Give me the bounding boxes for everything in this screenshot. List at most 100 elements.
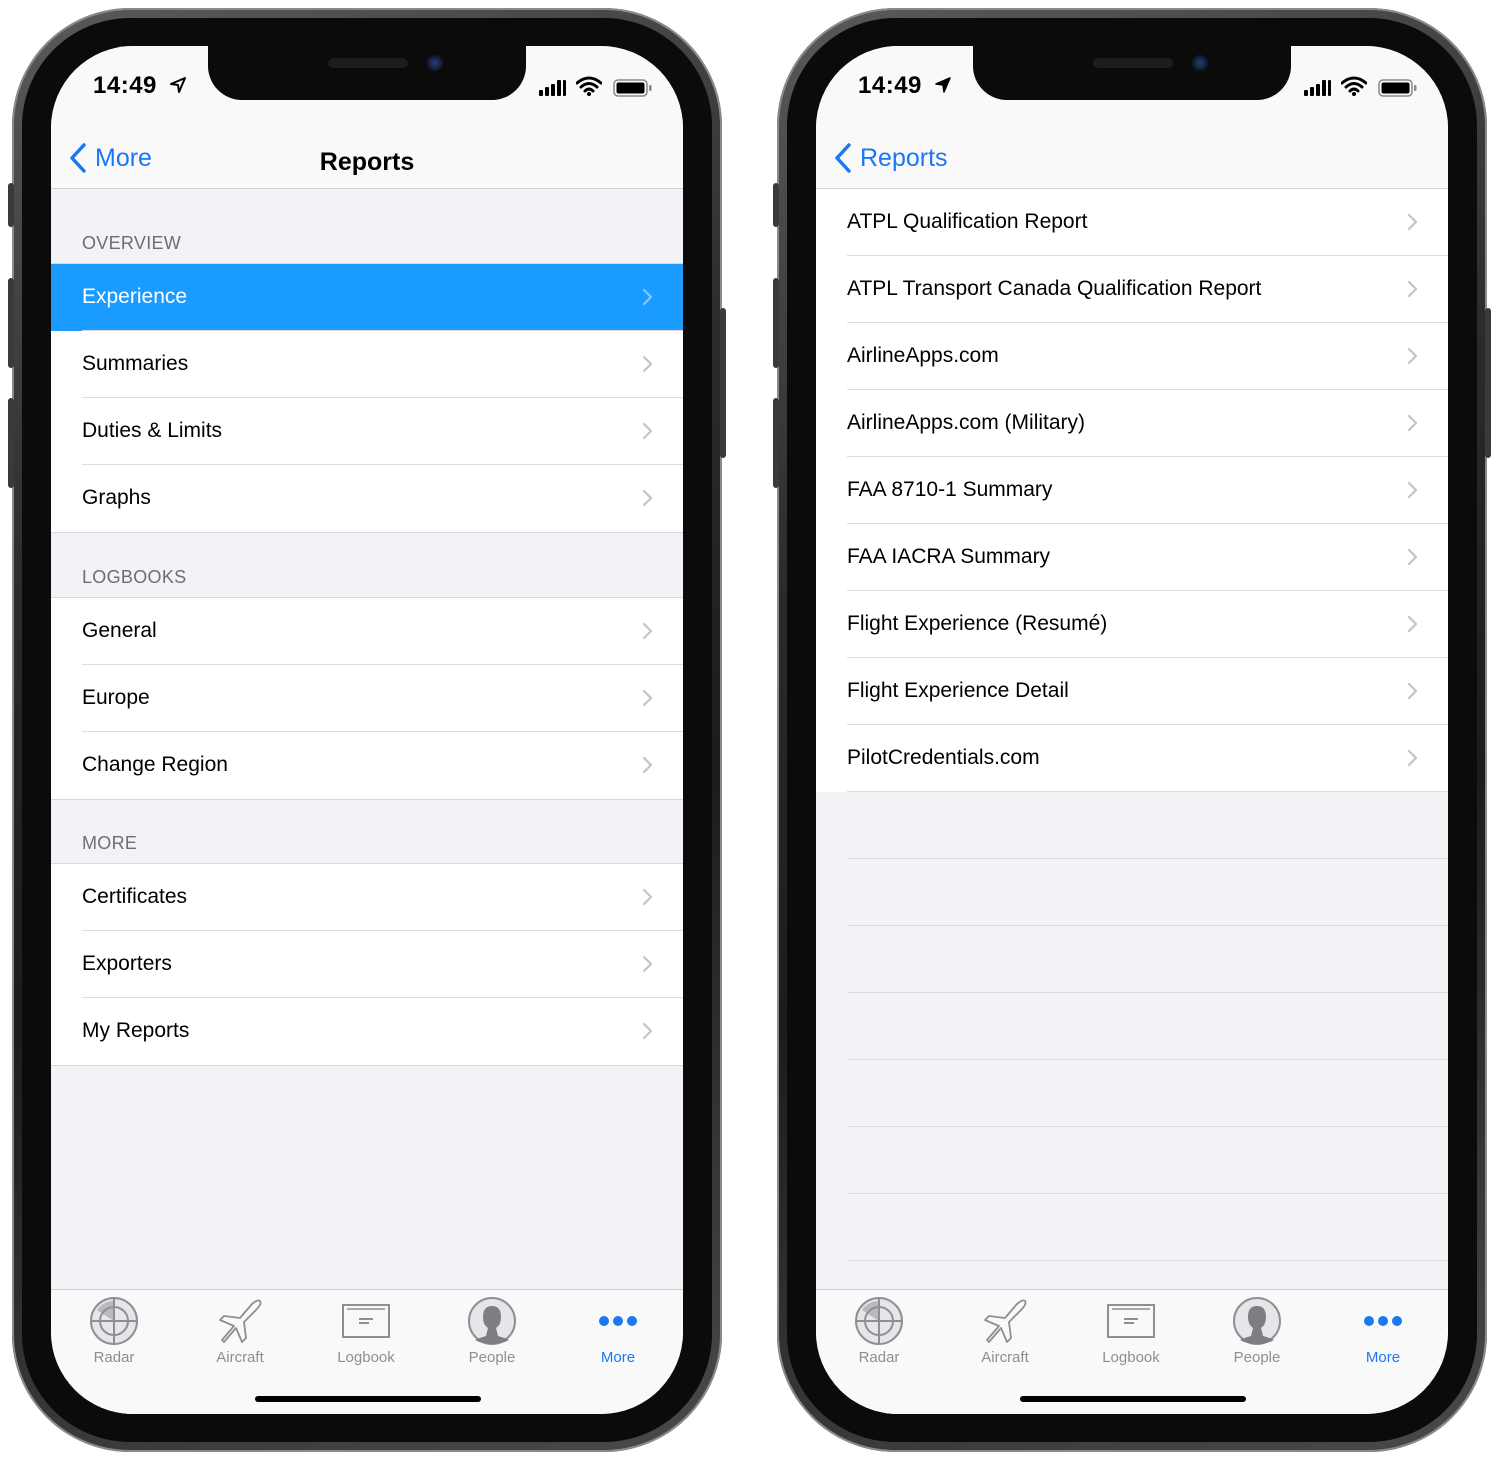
chevron-right-icon — [1407, 615, 1418, 633]
location-arrow-icon — [935, 77, 951, 93]
tab-bar: Radar Aircraft Logbook People More — [51, 1289, 683, 1414]
tab-people[interactable]: People — [429, 1296, 555, 1368]
tab-aircraft[interactable]: Aircraft — [942, 1296, 1068, 1368]
mute-switch — [8, 183, 14, 227]
list-item-europe[interactable]: Europe — [51, 665, 683, 732]
wifi-icon — [1341, 76, 1367, 96]
tab-people[interactable]: People — [1194, 1296, 1320, 1368]
chevron-right-icon — [642, 622, 653, 640]
home-indicator[interactable] — [1020, 1396, 1246, 1402]
navigation-bar: Reports — [816, 132, 1448, 189]
section-header-logbooks: LOGBOOKS — [82, 567, 187, 587]
tab-logbook[interactable]: Logbook — [303, 1296, 429, 1368]
chevron-left-icon — [835, 143, 851, 173]
empty-row-separator — [816, 993, 1448, 1060]
empty-row-separator — [816, 1127, 1448, 1194]
status-time: 14:49 — [93, 72, 157, 99]
empty-rows — [816, 792, 1448, 1261]
back-button[interactable]: Reports — [834, 138, 948, 178]
list-item-pilotcredentials[interactable]: PilotCredentials.com — [816, 725, 1448, 792]
navigation-bar: More Reports — [51, 132, 683, 189]
radar-icon — [855, 1297, 903, 1345]
reports-list: OVERVIEW Experience Summaries Duties & L… — [51, 189, 683, 1290]
radar-icon — [90, 1297, 138, 1345]
list-item-change-region[interactable]: Change Region — [51, 732, 683, 799]
mute-switch — [773, 183, 779, 227]
volume-down-button — [773, 398, 779, 488]
chevron-right-icon — [1407, 481, 1418, 499]
section-header-overview: OVERVIEW — [82, 233, 182, 253]
tab-radar[interactable]: Radar — [51, 1296, 177, 1368]
section-header-more: MORE — [82, 833, 138, 853]
list-item-flight-experience-detail[interactable]: Flight Experience Detail — [816, 658, 1448, 725]
empty-row-separator — [816, 792, 1448, 859]
chevron-right-icon — [1407, 548, 1418, 566]
tab-bar: Radar Aircraft Logbook People More — [816, 1289, 1448, 1414]
location-arrow-icon — [170, 77, 186, 93]
list-item-airlineapps-military[interactable]: AirlineApps.com (Military) — [816, 390, 1448, 457]
cellular-signal-icon — [539, 80, 566, 96]
chevron-right-icon — [642, 288, 653, 306]
list-item-faa-iacra[interactable]: FAA IACRA Summary — [816, 524, 1448, 591]
more-dots-icon — [599, 1316, 637, 1326]
chevron-right-icon — [642, 1022, 653, 1040]
empty-row-separator — [816, 926, 1448, 993]
battery-icon — [613, 79, 652, 97]
volume-up-button — [8, 278, 14, 368]
phone-frame-left: 14:49 More Reports OVERVIEW Experience S… — [8, 8, 726, 1452]
screen-right: 14:49 Reports ATPL Qualification Report … — [816, 46, 1448, 1414]
volume-up-button — [773, 278, 779, 368]
list-item-atpl-qualification[interactable]: ATPL Qualification Report — [816, 189, 1448, 256]
tab-more[interactable]: More — [555, 1296, 681, 1368]
chevron-right-icon — [642, 888, 653, 906]
report-types: ATPL Qualification Report ATPL Transport… — [816, 189, 1448, 792]
empty-row-separator — [816, 1060, 1448, 1127]
logbook-icon — [342, 1304, 390, 1338]
section-more: Certificates Exporters My Reports — [51, 863, 683, 1066]
empty-row-separator — [816, 1194, 1448, 1261]
empty-row-separator — [816, 859, 1448, 926]
more-dots-icon — [1364, 1316, 1402, 1326]
list-item-graphs[interactable]: Graphs — [51, 465, 683, 532]
power-button — [1485, 308, 1491, 458]
aircraft-icon — [219, 1299, 262, 1343]
back-button-label: Reports — [860, 143, 948, 172]
power-button — [720, 308, 726, 458]
list-item-my-reports[interactable]: My Reports — [51, 998, 683, 1065]
list-item-general[interactable]: General — [51, 598, 683, 665]
list-item-faa-8710[interactable]: FAA 8710-1 Summary — [816, 457, 1448, 524]
chevron-right-icon — [642, 955, 653, 973]
chevron-right-icon — [1407, 682, 1418, 700]
tab-logbook[interactable]: Logbook — [1068, 1296, 1194, 1368]
wifi-icon — [576, 76, 602, 96]
screen-left: 14:49 More Reports OVERVIEW Experience S… — [51, 46, 683, 1414]
list-item-exporters[interactable]: Exporters — [51, 931, 683, 998]
tab-aircraft[interactable]: Aircraft — [177, 1296, 303, 1368]
home-indicator[interactable] — [255, 1396, 481, 1402]
list-item-summaries[interactable]: Summaries — [51, 331, 683, 398]
chevron-right-icon — [1407, 749, 1418, 767]
section-overview: Experience Summaries Duties & Limits Gra… — [51, 263, 683, 533]
cellular-signal-icon — [1304, 80, 1331, 96]
notch — [973, 46, 1291, 100]
chevron-right-icon — [1407, 280, 1418, 298]
tab-radar[interactable]: Radar — [816, 1296, 942, 1368]
page-title: Reports — [319, 148, 415, 176]
battery-icon — [1378, 79, 1417, 97]
phone-frame-right: 14:49 Reports ATPL Qualification Report … — [773, 8, 1491, 1452]
people-icon — [1233, 1297, 1281, 1345]
list-item-experience[interactable]: Experience — [51, 264, 683, 331]
chevron-right-icon — [642, 756, 653, 774]
tab-more[interactable]: More — [1320, 1296, 1446, 1368]
chevron-right-icon — [642, 689, 653, 707]
people-icon — [468, 1297, 516, 1345]
list-item-atpl-transport-canada[interactable]: ATPL Transport Canada Qualification Repo… — [816, 256, 1448, 323]
list-item-flight-experience-resume[interactable]: Flight Experience (Resumé) — [816, 591, 1448, 658]
status-time: 14:49 — [858, 72, 922, 99]
chevron-right-icon — [642, 422, 653, 440]
section-logbooks: General Europe Change Region — [51, 597, 683, 800]
chevron-right-icon — [1407, 347, 1418, 365]
list-item-certificates[interactable]: Certificates — [51, 864, 683, 931]
list-item-airlineapps[interactable]: AirlineApps.com — [816, 323, 1448, 390]
list-item-duties-limits[interactable]: Duties & Limits — [51, 398, 683, 465]
